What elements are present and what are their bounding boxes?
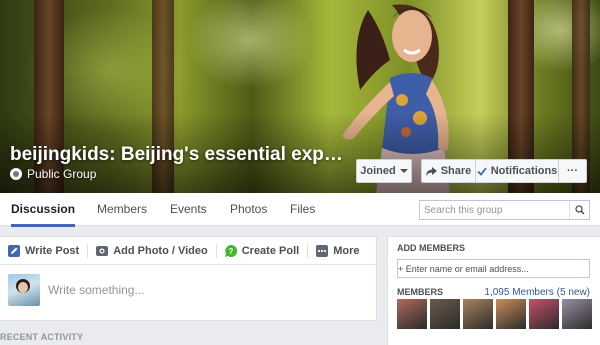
tab-discussion[interactable]: Discussion [11,193,76,227]
member-thumbnail[interactable] [496,299,526,329]
group-search [419,200,590,220]
composer-actions: Write Post Add Photo / Video ? Create Po… [0,237,376,265]
divider [87,243,89,258]
member-thumbnail[interactable] [529,299,559,329]
group-privacy-label: Public Group [27,167,97,181]
members-panel: ADD MEMBERS MEMBERS 1,095 Members (5 new… [387,236,600,345]
svg-text:?: ? [228,247,233,256]
divider [215,243,217,258]
create-poll-button[interactable]: ? Create Poll [224,237,300,265]
caret-down-icon [399,169,408,173]
checkmark-icon [477,166,487,176]
write-something-input[interactable]: Write something... [48,283,144,297]
joined-label: Joined [360,165,396,177]
create-poll-label: Create Poll [241,244,300,257]
write-post-button[interactable]: Write Post [0,237,79,265]
cover-action-group: Share Notifications ··· [421,159,587,183]
add-members-input[interactable] [398,260,589,277]
more-label: More [333,244,360,257]
more-actions-button[interactable]: More [316,237,359,265]
add-photo-video-label: Add Photo / Video [113,244,208,257]
member-thumbnail[interactable] [463,299,493,329]
divider [307,243,309,258]
member-thumbnail[interactable] [562,299,592,329]
notifications-button[interactable]: Notifications [476,159,559,183]
poll-icon: ? [224,244,237,257]
search-button[interactable] [569,201,589,219]
add-photo-video-button[interactable]: Add Photo / Video [96,237,208,265]
search-input[interactable] [420,201,569,219]
camera-icon [96,245,109,256]
member-thumbnails [397,299,592,329]
more-icon [316,244,329,257]
tab-events[interactable]: Events [170,193,207,226]
recent-activity-heading: RECENT ACTIVITY [0,332,84,342]
share-button[interactable]: Share [421,159,476,183]
members-count-link[interactable]: 1,095 Members (5 new) [484,287,590,298]
tab-members[interactable]: Members [97,193,147,226]
more-options-button[interactable]: ··· [559,159,587,183]
add-members-heading: ADD MEMBERS [397,243,466,253]
share-label: Share [440,165,472,177]
tab-files[interactable]: Files [290,193,315,226]
group-privacy: Public Group [10,167,96,181]
more-dots-icon: ··· [567,165,578,177]
add-members-field [397,259,590,278]
joined-button[interactable]: Joined [356,159,412,183]
member-thumbnail[interactable] [430,299,460,329]
composer-body[interactable]: Write something... [0,265,376,315]
share-arrow-icon [425,166,437,176]
write-post-label: Write Post [25,244,80,257]
members-heading: MEMBERS [397,287,444,297]
search-icon [574,205,585,215]
notifications-label: Notifications [490,165,558,177]
group-name[interactable]: beijingkids: Beijing's essential exp… [10,144,343,166]
pencil-icon [8,244,20,257]
avatar[interactable] [8,274,40,306]
tab-photos[interactable]: Photos [230,193,267,226]
globe-icon [10,168,22,180]
post-composer: Write Post Add Photo / Video ? Create Po… [0,236,377,321]
member-thumbnail[interactable] [397,299,427,329]
